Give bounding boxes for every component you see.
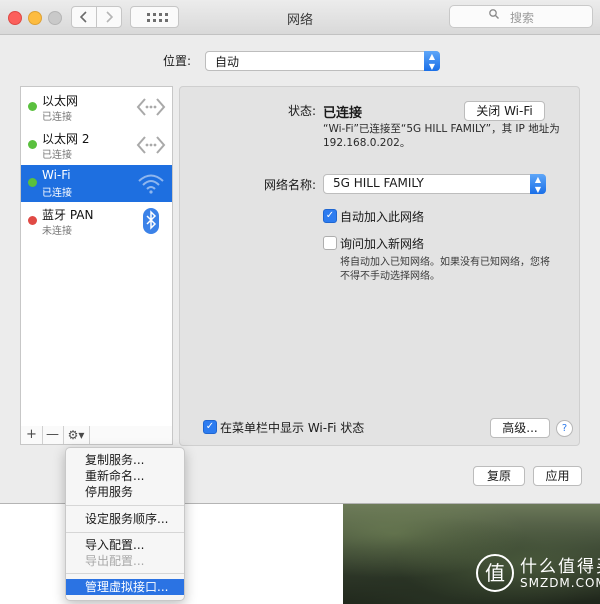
popup-arrows-icon: ▲ ▼ [424, 51, 440, 71]
apply-button[interactable]: 应用 [533, 466, 582, 486]
search-icon [489, 9, 499, 19]
help-button[interactable]: ? [556, 420, 573, 437]
status-dot [28, 178, 37, 187]
service-status: 已连接 [42, 188, 72, 199]
gear-context-menu: 复制服务... 重新命名... 停用服务 设定服务顺序... 导入配置... 导… [65, 447, 185, 601]
location-value: 自动 [215, 55, 240, 69]
service-name: 以太网 [42, 94, 79, 108]
service-list-toolbar: + — ⚙▾ [20, 426, 173, 445]
ask-join-note: 将自动加入已知网络。如果没有已知网络，您将不得不手动选择网络。 [340, 257, 550, 282]
network-name-popup[interactable]: 5G HILL FAMILY ▲ ▼ [323, 174, 546, 194]
gear-menu-button[interactable]: ⚙▾ [63, 426, 90, 444]
menu-item-set-service-order[interactable]: 设定服务顺序... [66, 511, 184, 527]
watermark-subtitle: SMZDM.COM [520, 576, 600, 590]
status-value: 已连接 [323, 106, 363, 121]
show-in-menubar-checkbox[interactable]: ✓ [203, 420, 217, 434]
watermark-logo-icon: 值 [476, 554, 514, 592]
revert-button[interactable]: 复原 [473, 466, 525, 486]
service-status: 未连接 [42, 226, 72, 237]
ask-join-label: 询问加入新网络 [340, 237, 425, 251]
service-status: 已连接 [42, 112, 72, 123]
status-dot [28, 102, 37, 111]
turn-off-wifi-button[interactable]: 关闭 Wi-Fi [464, 101, 545, 121]
service-item-wifi[interactable]: Wi-Fi 已连接 [21, 165, 172, 202]
menu-item-import-config[interactable]: 导入配置... [66, 537, 184, 553]
menu-item-deactivate[interactable]: 停用服务 [66, 484, 184, 500]
menu-separator [66, 505, 184, 506]
menu-item-export-config[interactable]: 导出配置... [66, 553, 184, 569]
menu-item-rename[interactable]: 重新命名... [66, 468, 184, 484]
ethernet-icon [136, 136, 166, 154]
advanced-button[interactable]: 高级... [490, 418, 550, 438]
status-label: 状态: [287, 104, 316, 118]
service-name: Wi-Fi [42, 168, 71, 182]
location-label: 位置: [163, 54, 192, 68]
show-in-menubar-label: 在菜单栏中显示 Wi-Fi 状态 [220, 421, 365, 435]
service-item-bluetooth-pan[interactable]: 蓝牙 PAN 未连接 [21, 203, 172, 240]
bluetooth-icon [143, 208, 159, 234]
search-placeholder: 搜索 [510, 11, 535, 25]
status-description: “Wi-Fi”已连接至“5G HILL FAMILY”，其 IP 地址为 192… [323, 123, 560, 149]
auto-join-checkbox[interactable]: ✓ [323, 209, 337, 223]
status-dot [28, 140, 37, 149]
remove-service-button[interactable]: — [42, 426, 64, 444]
add-service-button[interactable]: + [21, 426, 43, 444]
location-popup[interactable]: 自动 ▲ ▼ [205, 51, 440, 71]
status-dot [28, 216, 37, 225]
menu-item-duplicate-service[interactable]: 复制服务... [66, 452, 184, 468]
network-name-label: 网络名称: [263, 178, 316, 192]
menu-separator [66, 532, 184, 533]
popup-arrows-icon: ▲ ▼ [530, 174, 546, 194]
network-name-value: 5G HILL FAMILY [333, 176, 424, 190]
wifi-icon [138, 174, 164, 194]
watermark-title: 什么值得买 [520, 557, 600, 577]
search-field[interactable]: 搜索 [449, 5, 593, 28]
menu-separator [66, 573, 184, 574]
service-list: 以太网 已连接 以太网 2 已连接 Wi-Fi 已连接 蓝牙 PAN 未连接 [20, 86, 173, 427]
service-name: 以太网 2 [42, 132, 90, 146]
service-item-ethernet[interactable]: 以太网 已连接 [21, 89, 172, 126]
ethernet-icon [136, 98, 166, 116]
service-item-ethernet-2[interactable]: 以太网 2 已连接 [21, 127, 172, 164]
ask-join-checkbox[interactable] [323, 236, 337, 250]
service-status: 已连接 [42, 150, 72, 161]
menu-item-manage-virtual-interfaces[interactable]: 管理虚拟接口... [66, 579, 184, 595]
network-preferences-window: 网络 搜索 位置: 自动 ▲ ▼ 以太网 已连接 以太网 2 已连接 Wi-Fi … [0, 0, 600, 504]
auto-join-label: 自动加入此网络 [340, 210, 425, 224]
service-name: 蓝牙 PAN [42, 208, 94, 222]
